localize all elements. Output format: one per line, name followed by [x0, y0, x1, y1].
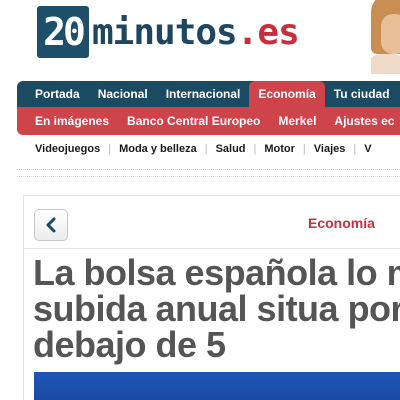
- subnav-item-en-imagenes[interactable]: En imágenes: [17, 114, 118, 128]
- subnav-item-bce[interactable]: Banco Central Europeo: [118, 114, 269, 128]
- logo-number: 20: [37, 6, 89, 58]
- logo-name: minutos: [92, 11, 238, 53]
- divider: [17, 176, 400, 177]
- article-section-label[interactable]: Economía: [308, 215, 375, 231]
- ternav-item-salud[interactable]: Salud: [208, 143, 254, 155]
- ternav-item-videojuegos[interactable]: Videojuegos: [17, 143, 108, 155]
- nav-item-economia[interactable]: Economía: [249, 81, 325, 107]
- ternav-item-more[interactable]: V: [356, 143, 379, 155]
- nav-item-tu-ciudad[interactable]: Tu ciudad: [325, 81, 399, 107]
- divider: [17, 169, 400, 170]
- primary-nav: Portada Nacional Internacional Economía …: [17, 81, 400, 107]
- site-logo[interactable]: 20 minutos.es: [37, 6, 300, 58]
- site-header: 20 minutos.es: [0, 0, 400, 76]
- nav-item-portada[interactable]: Portada: [17, 81, 89, 107]
- card-divider: [24, 248, 400, 249]
- subnav-item-ajustes[interactable]: Ajustes ec: [325, 114, 400, 128]
- chevron-left-icon: [46, 217, 56, 233]
- subnav-item-merkel[interactable]: Merkel: [269, 114, 325, 128]
- secondary-nav: En imágenes Banco Central Europeo Merkel…: [17, 107, 400, 135]
- article-headline: La bolsa española lo mayor subida anual …: [33, 252, 400, 365]
- nav-item-internacional[interactable]: Internacional: [157, 81, 250, 107]
- logo-wordmark: minutos.es: [92, 11, 300, 53]
- back-button[interactable]: [34, 209, 68, 241]
- page: 20 minutos.es Portada Nacional Internaci…: [0, 0, 400, 400]
- header-ad-image[interactable]: [371, 0, 400, 74]
- ternav-item-moda[interactable]: Moda y belleza: [111, 143, 205, 155]
- nav-item-nacional[interactable]: Nacional: [89, 81, 157, 107]
- ternav-item-motor[interactable]: Motor: [256, 143, 303, 155]
- ternav-item-viajes[interactable]: Viajes: [306, 143, 354, 155]
- logo-extension: .es: [236, 11, 300, 53]
- article-photo[interactable]: [34, 372, 400, 400]
- tertiary-nav: Videojuegos | Moda y belleza | Salud | M…: [17, 139, 400, 159]
